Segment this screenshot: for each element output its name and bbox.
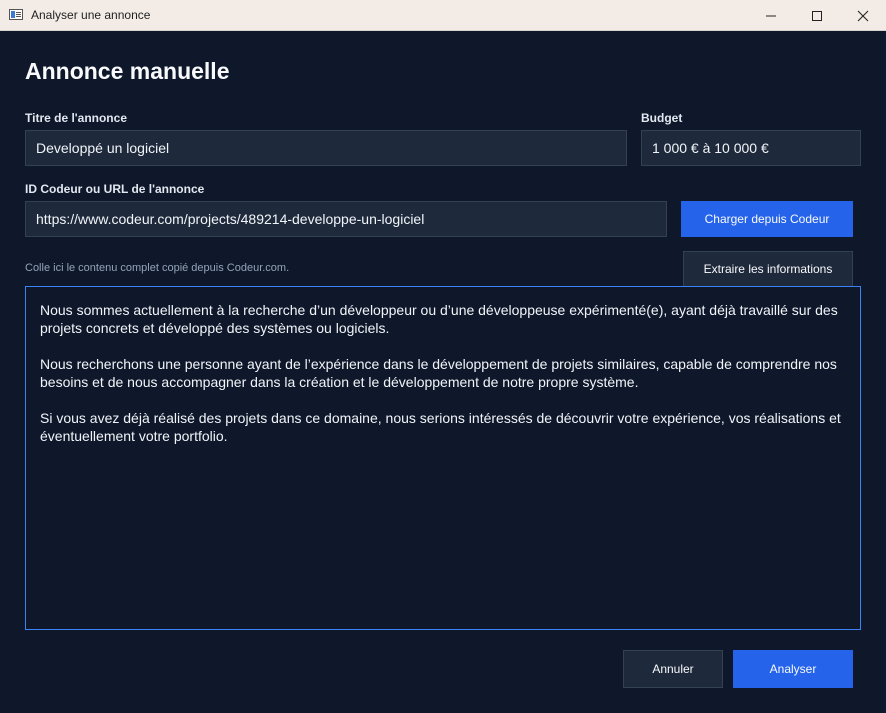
- budget-label: Budget: [641, 111, 683, 125]
- content-textarea[interactable]: Nous sommes actuellement à la recherche …: [25, 286, 861, 630]
- load-from-codeur-button[interactable]: Charger depuis Codeur: [681, 201, 853, 237]
- title-input[interactable]: Developpé un logiciel: [25, 130, 627, 166]
- content-paragraph: Nous recherchons une personne ayant de l…: [40, 356, 837, 390]
- content-paragraph: Nous sommes actuellement à la recherche …: [40, 302, 838, 336]
- page-title: Annonce manuelle: [25, 58, 230, 84]
- minimize-icon: [766, 15, 776, 17]
- cancel-button[interactable]: Annuler: [623, 650, 723, 688]
- close-button[interactable]: [840, 0, 886, 31]
- title-bar: Analyser une annonce: [0, 0, 886, 31]
- maximize-button[interactable]: [794, 0, 840, 31]
- minimize-button[interactable]: [748, 0, 794, 31]
- url-input[interactable]: https://www.codeur.com/projects/489214-d…: [25, 201, 667, 237]
- maximize-icon: [812, 11, 822, 21]
- paste-hint: Colle ici le contenu complet copié depui…: [25, 262, 290, 274]
- url-label: ID Codeur ou URL de l'annonce: [25, 182, 205, 196]
- title-label: Titre de l'annonce: [25, 111, 127, 125]
- budget-input[interactable]: 1 000 € à 10 000 €: [641, 130, 861, 166]
- analyze-button[interactable]: Analyser: [733, 650, 853, 688]
- content-paragraph: Si vous avez déjà réalisé des projets da…: [40, 410, 841, 444]
- app-icon: [9, 9, 23, 20]
- window-title: Analyser une annonce: [31, 8, 151, 22]
- close-icon: [857, 10, 869, 22]
- extract-info-button[interactable]: Extraire les informations: [683, 251, 853, 287]
